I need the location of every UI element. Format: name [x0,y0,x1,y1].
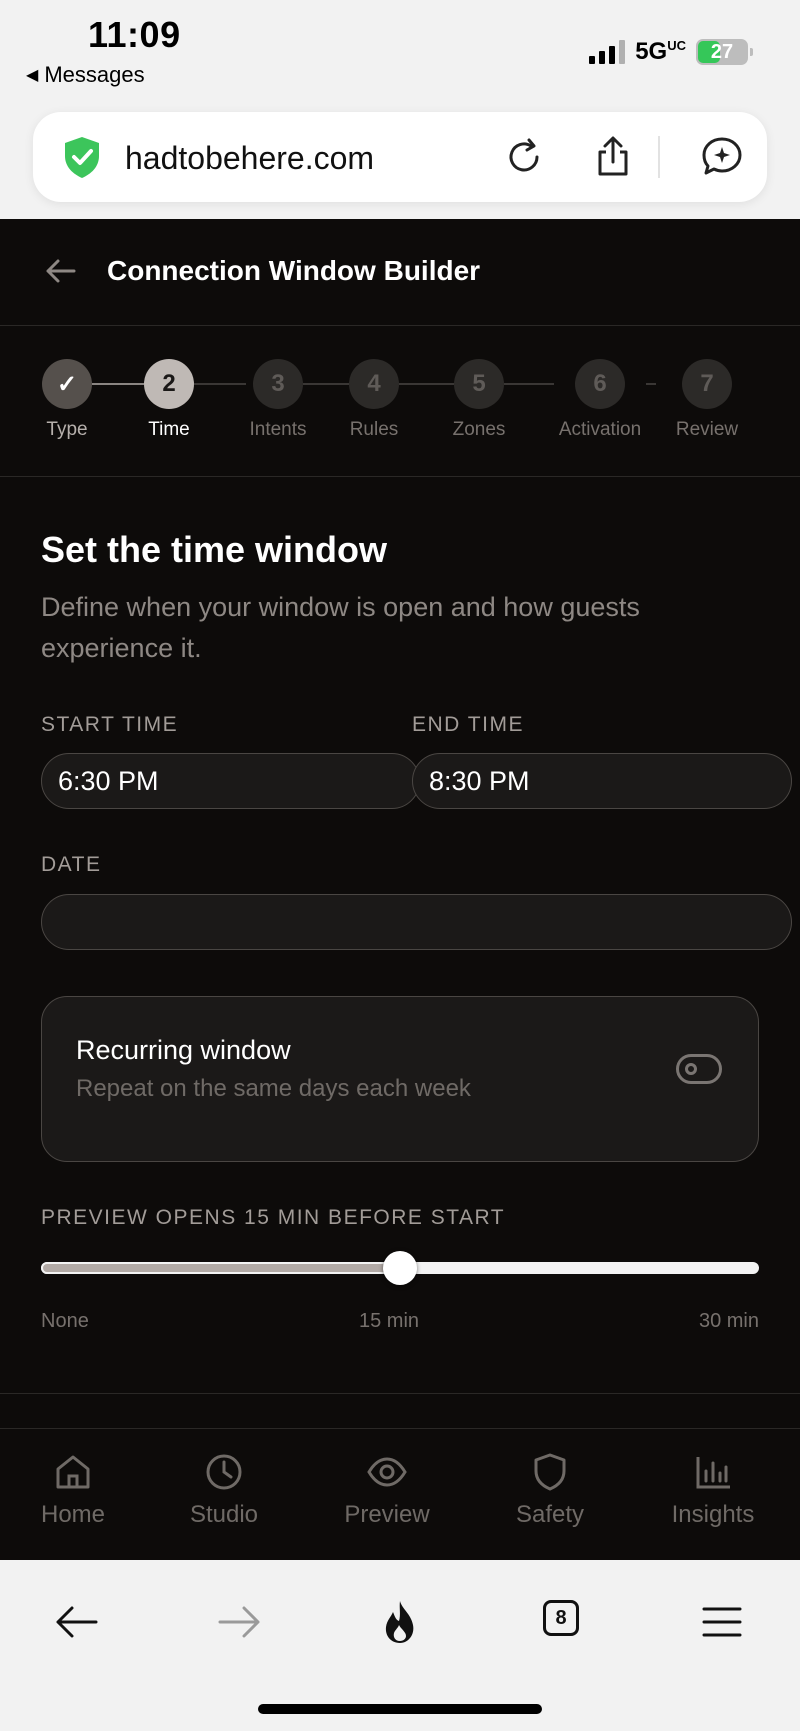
tab-label: Home [40,1501,106,1528]
slider-thumb[interactable] [383,1251,417,1285]
url-divider [658,136,660,178]
step-review[interactable]: 7 Review [652,359,762,441]
back-to-messages[interactable]: ◀ Messages [26,62,145,88]
tab-insights[interactable]: Insights [643,1451,783,1529]
step-circle: 2 [144,359,194,409]
toggle-knob [685,1063,697,1075]
browser-forward-icon[interactable] [214,1597,264,1647]
slider-tick-max: 30 min [698,1310,759,1332]
preview-label: PREVIEW OPENS 15 MIN BEFORE START [41,1206,506,1229]
tabs-button[interactable]: 8 [543,1600,579,1636]
step-circle: 3 [253,359,303,409]
progress-stepper: ✓ Type 2 Time 3 Intents 4 Rules 5 Zones … [0,326,800,477]
home-icon [56,1455,90,1489]
start-time-input[interactable]: 6:30 PM [41,753,420,809]
date-input[interactable] [41,894,792,950]
tab-count: 8 [555,1606,567,1629]
start-time-label: START TIME [41,713,179,736]
back-arrow-icon[interactable] [42,253,78,289]
step-label: Review [675,419,739,440]
date-label: DATE [41,853,102,876]
section-description: Define when your window is open and how … [41,592,640,663]
back-triangle-icon: ◀ [26,67,39,84]
shield-check-icon [65,137,99,178]
network-indicator: 5GUC [635,38,686,65]
recurring-toggle[interactable] [676,1054,722,1084]
step-zones[interactable]: 5 Zones [424,359,534,441]
home-indicator [258,1704,542,1714]
section-title: Set the time window [41,529,388,570]
step-circle: ✓ [42,359,92,409]
back-to-messages-label: Messages [44,62,145,87]
step-label: Type [46,419,88,440]
assistant-chat-icon[interactable] [699,134,745,180]
step-type[interactable]: ✓ Type [12,359,122,441]
slider-tick-min: None [41,1310,89,1332]
step-label: Rules [349,419,399,440]
tab-studio[interactable]: Studio [154,1451,294,1529]
app-container: Connection Window Builder ✓ Type 2 Time … [0,219,800,1560]
tab-preview[interactable]: Preview [317,1451,457,1529]
step-circle: 6 [575,359,625,409]
step-time[interactable]: 2 Time [114,359,224,441]
step-circle: 4 [349,359,399,409]
status-time: 11:09 [88,14,181,55]
shield-icon [534,1453,566,1491]
signal-icon [589,40,626,64]
reload-icon[interactable] [501,134,547,180]
step-circle: 5 [454,359,504,409]
bar-chart-icon [696,1457,730,1489]
tab-home[interactable]: Home [3,1451,143,1529]
recurring-subtitle: Repeat on the same days each week [76,1075,471,1102]
step-label: Intents [249,419,307,440]
app-header: Connection Window Builder [0,219,800,326]
recurring-window-card: Recurring window Repeat on the same days… [41,996,759,1162]
recurring-title: Recurring window [76,1035,291,1065]
battery-percent: 27 [710,40,734,63]
browser-back-icon[interactable] [52,1597,102,1647]
slider-tick-mid: 15 min [359,1310,420,1332]
battery-icon: 27 [696,39,753,65]
tab-label: Preview [344,1501,430,1528]
tab-label: Safety [515,1501,585,1528]
status-bar: 11:09 ◀ Messages 5GUC 27 [0,0,800,110]
flame-icon[interactable] [375,1597,425,1647]
eye-icon [367,1457,407,1487]
step-label: Zones [452,419,506,440]
step-label: Time [148,419,190,440]
tab-label: Insights [671,1501,755,1528]
step-activation[interactable]: 6 Activation [545,359,655,441]
share-icon[interactable] [590,134,636,180]
bottom-tab-bar: Home Studio Preview Safety Insights [0,1428,800,1560]
url-bar[interactable]: hadtobehere.com [33,112,767,202]
step-intents[interactable]: 3 Intents [223,359,333,441]
page-title: Connection Window Builder [107,255,481,286]
menu-icon[interactable] [697,1597,747,1647]
end-time-input[interactable]: 8:30 PM [412,753,792,809]
tab-label: Studio [189,1501,259,1528]
step-label: Activation [558,419,642,440]
step-circle: 7 [682,359,732,409]
content-divider [0,1393,800,1394]
tab-safety[interactable]: Safety [480,1451,620,1529]
end-time-label: END TIME [412,713,524,736]
preview-slider[interactable] [41,1251,759,1285]
url-text[interactable]: hadtobehere.com [125,140,374,177]
step-rules[interactable]: 4 Rules [319,359,429,441]
clock-icon [206,1454,242,1490]
slider-fill [41,1262,400,1274]
